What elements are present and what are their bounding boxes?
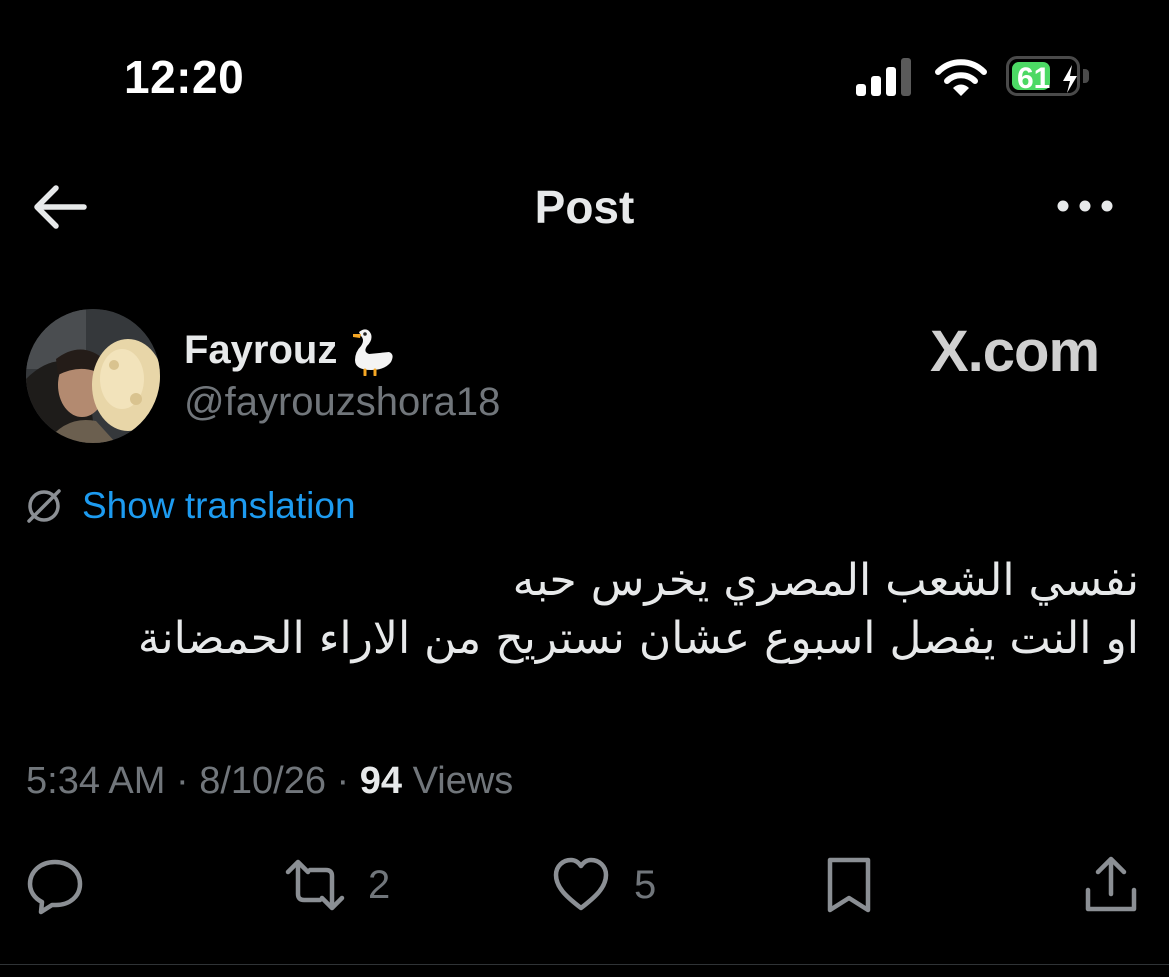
like-count: 5 xyxy=(634,862,657,907)
author-display-name: Fayrouz xyxy=(184,327,338,372)
battery-body: 61 xyxy=(1006,56,1080,96)
author-handle[interactable]: @fayrouzshora18 xyxy=(184,380,500,425)
meta-separator: · xyxy=(165,760,200,802)
battery-cap xyxy=(1083,69,1089,83)
like-button[interactable]: 5 xyxy=(550,850,656,920)
views-label: Views xyxy=(412,760,514,802)
repost-button[interactable]: 2 xyxy=(284,850,390,920)
post-date[interactable]: 8/10/26 xyxy=(199,760,326,802)
post-text: نفسي الشعب المصري يخرس حبه او النت يفصل … xyxy=(39,552,1139,668)
more-horizontal-icon[interactable] xyxy=(1055,190,1115,222)
views-count: 94 xyxy=(359,760,403,802)
page-title: Post xyxy=(534,181,635,233)
repost-icon xyxy=(285,859,345,911)
share-icon xyxy=(1085,856,1137,912)
divider xyxy=(0,964,1169,965)
status-time: 12:20 xyxy=(124,51,245,103)
cellular-signal-icon xyxy=(856,58,911,96)
post-line: او النت يفصل اسبوع عشان نستريح من الاراء… xyxy=(137,613,1139,664)
bookmark-button[interactable] xyxy=(818,850,880,920)
translate-globe-icon xyxy=(27,489,61,523)
profile-photo xyxy=(26,309,160,443)
share-button[interactable] xyxy=(1080,850,1142,920)
post-meta: 5:34 AM · 8/10/26 · 94 Views xyxy=(26,760,513,803)
show-translation-label: Show translation xyxy=(82,485,356,526)
wifi-icon xyxy=(935,59,987,96)
battery-level: 61 xyxy=(1017,62,1051,95)
repost-count: 2 xyxy=(368,862,391,907)
reply-button[interactable] xyxy=(24,850,86,920)
meta-separator: · xyxy=(326,760,360,802)
battery-indicator: 61 xyxy=(1006,56,1092,98)
bookmark-icon xyxy=(827,857,871,913)
watermark: X.com xyxy=(930,319,1100,384)
battery-charging-icon xyxy=(1063,65,1077,93)
post-line: نفسي الشعب المصري يخرس حبه xyxy=(512,555,1139,606)
avatar[interactable] xyxy=(26,309,160,443)
heart-icon xyxy=(553,857,609,911)
post-time[interactable]: 5:34 AM xyxy=(26,760,165,802)
reply-icon xyxy=(27,859,83,915)
show-translation-button[interactable]: Show translation xyxy=(24,482,356,530)
author-name-row[interactable]: Fayrouz xyxy=(184,318,397,382)
goose-emoji-icon xyxy=(353,329,393,376)
